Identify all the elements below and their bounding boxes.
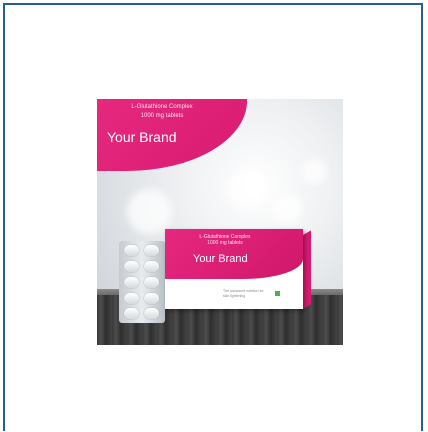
promo-banner: L-Glutathione Complex 1000 mg tablets Yo…: [97, 99, 247, 171]
brand-logo-icon: [275, 291, 280, 296]
box-tagline: skin lightening: [223, 294, 246, 298]
box-brand: Your Brand: [193, 253, 248, 265]
banner-dosage: 1000 mg tablets: [140, 113, 184, 119]
tablet: [124, 308, 139, 319]
tablet: [124, 261, 139, 272]
bokeh-light: [302, 159, 327, 184]
bokeh-light: [272, 194, 302, 224]
tablet: [124, 277, 139, 288]
banner-brand: Your Brand: [107, 129, 177, 145]
tablet: [144, 277, 159, 288]
bokeh-light: [227, 169, 267, 209]
tablet: [144, 261, 159, 272]
banner-product-name: L-Glutathione Complex: [131, 104, 193, 110]
product-box: L-Glutathione Complex 1000 mg tablets Yo…: [165, 229, 303, 309]
tablet: [144, 245, 159, 256]
box-tagline: The advanced nutrition for: [223, 289, 264, 293]
tablet: [124, 245, 139, 256]
box-dosage: 1000 mg tablets: [207, 240, 243, 246]
box-side: [303, 230, 311, 309]
box-label: L-Glutathione Complex 1000 mg tablets Yo…: [165, 229, 303, 279]
tablet: [144, 293, 159, 304]
bokeh-light: [127, 189, 172, 234]
tablet: [124, 293, 139, 304]
product-image: L-Glutathione Complex 1000 mg tablets Yo…: [97, 99, 343, 345]
tablet: [144, 308, 159, 319]
blister-pack: [119, 241, 165, 323]
